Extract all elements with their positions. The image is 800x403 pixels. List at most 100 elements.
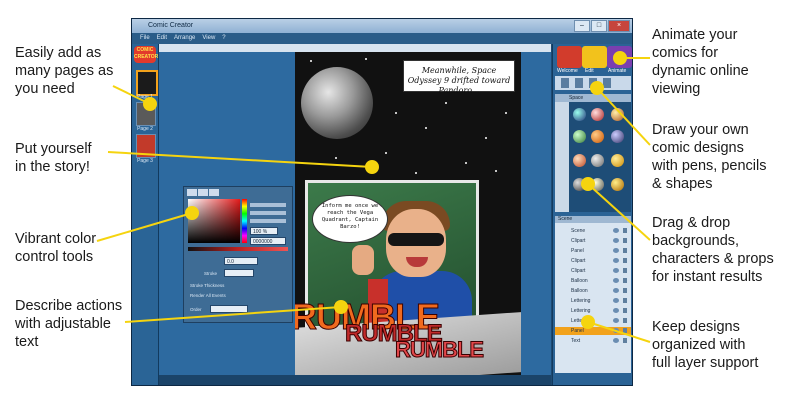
layer-row[interactable]: Panel <box>555 247 631 255</box>
layer-row[interactable]: Balloon <box>555 287 631 295</box>
maximize-icon[interactable]: □ <box>591 20 607 32</box>
layer-row[interactable]: Clipart <box>555 267 631 275</box>
layer-row[interactable]: Scene <box>555 227 631 235</box>
lock-icon[interactable] <box>623 228 627 233</box>
tools-panel: Welcome Edit Animate Space Scene Scene C… <box>552 44 632 385</box>
rumble-text-3[interactable]: RUMBLE <box>394 337 484 363</box>
library-categories[interactable] <box>555 102 569 212</box>
eye-icon[interactable] <box>613 308 619 313</box>
layer-row[interactable]: Balloon <box>555 277 631 285</box>
library-item[interactable] <box>591 154 604 167</box>
lock-icon[interactable] <box>623 268 627 273</box>
layer-row[interactable]: Lettering <box>555 317 631 325</box>
layer-row[interactable]: Clipart <box>555 257 631 265</box>
minimize-icon[interactable]: – <box>574 20 590 32</box>
tab-welcome[interactable] <box>557 46 582 68</box>
eye-icon[interactable] <box>613 248 619 253</box>
eye-icon[interactable] <box>613 338 619 343</box>
eye-icon[interactable] <box>613 258 619 263</box>
lock-icon[interactable] <box>623 338 627 343</box>
drawing-toolbar <box>555 76 631 90</box>
menu-bar: File Edit Arrange View ? <box>132 33 632 44</box>
value-field[interactable]: 0.0 <box>224 257 258 265</box>
status-bar <box>159 375 551 385</box>
lock-icon[interactable] <box>623 288 627 293</box>
text-tool-icon[interactable] <box>589 78 597 88</box>
color-picker-square[interactable] <box>188 199 240 243</box>
ruler <box>159 44 551 52</box>
library-item[interactable] <box>591 108 604 121</box>
hue-slider[interactable] <box>242 199 247 243</box>
menu-view[interactable]: View <box>202 33 215 44</box>
callout-text: Describe actions with adjustable text <box>15 298 123 350</box>
eye-icon[interactable] <box>613 228 619 233</box>
tab-animate[interactable] <box>607 46 632 68</box>
eye-icon[interactable] <box>613 298 619 303</box>
callout-animate: Animate your comics for dynamic online v… <box>652 27 749 97</box>
menu-edit[interactable]: Edit <box>157 33 167 44</box>
lock-icon[interactable] <box>623 308 627 313</box>
lock-icon[interactable] <box>623 298 627 303</box>
comic-page[interactable]: Meanwhile, Space Odyssey 9 drifted towar… <box>295 52 521 375</box>
render-events-label: Render All Events <box>190 293 226 298</box>
menu-file[interactable]: File <box>140 33 150 44</box>
lock-icon[interactable] <box>623 328 627 333</box>
library-category[interactable]: Space <box>555 94 631 102</box>
eye-icon[interactable] <box>613 328 619 333</box>
library-item[interactable] <box>611 108 624 121</box>
layer-row[interactable]: Clipart <box>555 237 631 245</box>
gradient-swatch[interactable] <box>188 247 288 251</box>
slider-b[interactable] <box>250 219 286 223</box>
page-thumb-3[interactable] <box>136 134 156 158</box>
slider-r[interactable] <box>250 203 286 207</box>
callout-draw: Draw your own comic designs with pens, p… <box>652 122 767 192</box>
tab-edit-label: Edit <box>585 68 594 74</box>
eye-icon[interactable] <box>613 238 619 243</box>
stroke-select[interactable] <box>224 269 254 277</box>
library-item[interactable] <box>573 130 586 143</box>
eye-icon[interactable] <box>613 318 619 323</box>
library-item[interactable] <box>591 178 604 191</box>
hex-field[interactable]: 0000000 <box>250 237 286 245</box>
shape-tool-icon[interactable] <box>603 78 611 88</box>
layer-row[interactable]: Lettering <box>555 297 631 305</box>
library-item[interactable] <box>591 130 604 143</box>
order-buttons[interactable] <box>210 305 248 313</box>
layers-list: Scene Clipart Panel Clipart Clipart Ball… <box>555 223 631 373</box>
layer-row[interactable]: Lettering <box>555 307 631 315</box>
stroke-label: Stroke <box>204 271 218 276</box>
library-item[interactable] <box>611 130 624 143</box>
eye-icon[interactable] <box>613 288 619 293</box>
library-item[interactable] <box>573 108 586 121</box>
lock-icon[interactable] <box>623 258 627 263</box>
title-bar: Comic Creator – □ × <box>132 19 632 33</box>
window-controls: – □ × <box>574 20 630 32</box>
slider-g[interactable] <box>250 211 286 215</box>
callout-drag: Drag & drop backgrounds, characters & pr… <box>652 215 774 285</box>
page-thumb-2[interactable] <box>136 102 156 126</box>
library-item[interactable] <box>573 154 586 167</box>
lock-icon[interactable] <box>623 238 627 243</box>
layer-row-selected[interactable]: Panel <box>555 327 631 335</box>
layer-row[interactable]: Text <box>555 337 631 345</box>
library-item[interactable] <box>611 178 624 191</box>
page-thumb-1[interactable] <box>136 70 158 96</box>
eye-icon[interactable] <box>613 278 619 283</box>
library-grid <box>555 102 631 212</box>
library-item[interactable] <box>573 178 586 191</box>
menu-arrange[interactable]: Arrange <box>174 33 195 44</box>
planet-image[interactable] <box>301 67 373 139</box>
lock-icon[interactable] <box>623 248 627 253</box>
lock-icon[interactable] <box>623 318 627 323</box>
pencil-icon[interactable] <box>575 78 583 88</box>
pen-icon[interactable] <box>561 78 569 88</box>
speech-balloon[interactable]: Inform me once we reach the Vega Quadran… <box>312 195 388 243</box>
tab-edit[interactable] <box>582 46 607 68</box>
menu-help[interactable]: ? <box>222 33 225 44</box>
percent-field[interactable]: 100 % <box>250 227 278 235</box>
library-item[interactable] <box>611 154 624 167</box>
eye-icon[interactable] <box>613 268 619 273</box>
caption-box[interactable]: Meanwhile, Space Odyssey 9 drifted towar… <box>403 60 515 95</box>
lock-icon[interactable] <box>623 278 627 283</box>
close-icon[interactable]: × <box>608 20 630 32</box>
